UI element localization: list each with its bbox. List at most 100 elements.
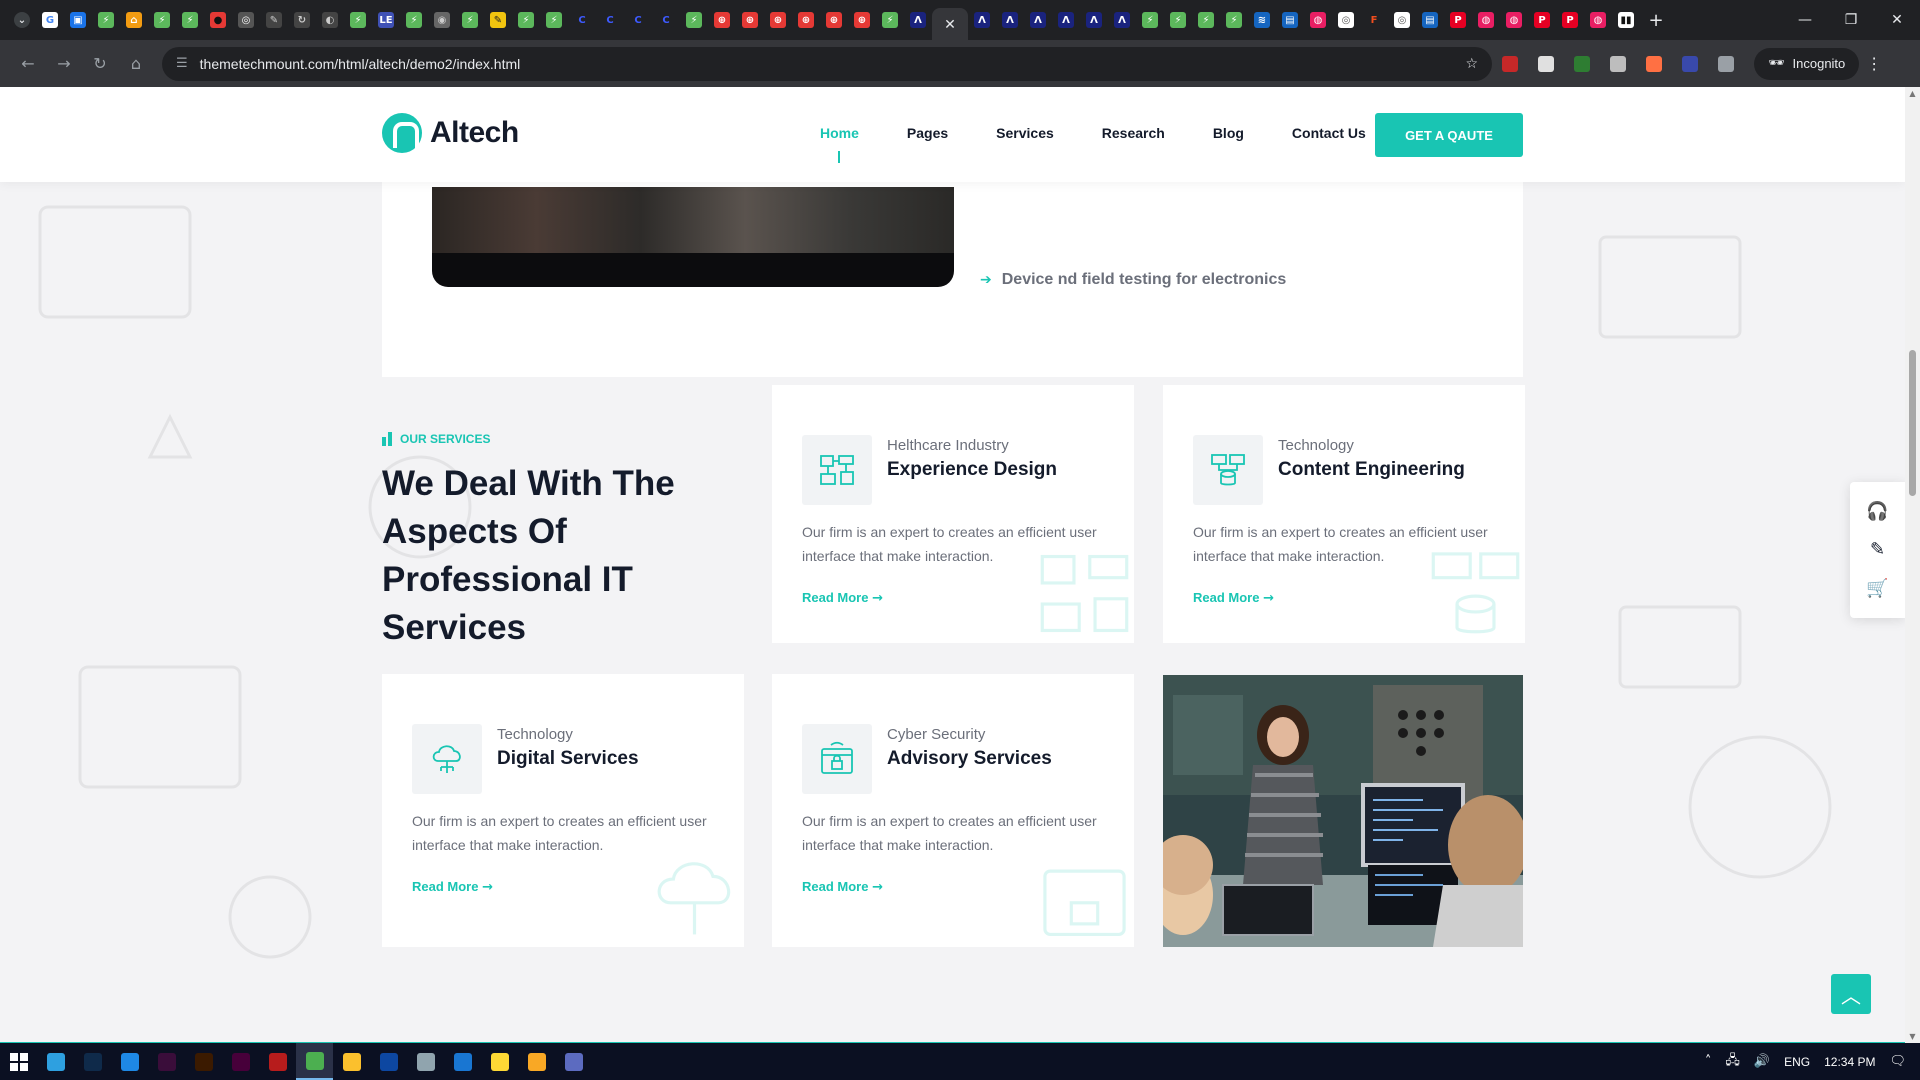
service-card[interactable]: Technology Content Engineering Our firm … bbox=[1163, 385, 1525, 643]
nav-research[interactable]: Research bbox=[1102, 125, 1165, 141]
read-more-link[interactable]: Read More → bbox=[802, 879, 883, 895]
browser-tab[interactable]: C bbox=[568, 6, 596, 34]
browser-tab[interactable]: ◎ bbox=[1332, 6, 1360, 34]
nav-home[interactable]: Home bbox=[820, 125, 859, 163]
browser-tab[interactable]: Λ bbox=[1080, 6, 1108, 34]
language-indicator[interactable]: ENG bbox=[1784, 1055, 1810, 1069]
taskbar-xd-icon[interactable] bbox=[222, 1043, 259, 1080]
browser-tab[interactable]: ⚡ bbox=[512, 6, 540, 34]
page-scrollbar[interactable]: ▲ ▼ bbox=[1905, 87, 1920, 1043]
scroll-to-top-button[interactable]: ︿ bbox=[1831, 974, 1871, 1014]
browser-tab[interactable]: Λ bbox=[968, 6, 996, 34]
service-title[interactable]: Experience Design bbox=[887, 459, 1057, 481]
extension-icon[interactable] bbox=[1492, 46, 1528, 82]
service-card[interactable]: Cyber Security Advisory Services Our fir… bbox=[772, 674, 1134, 947]
incognito-indicator[interactable]: 🕶 Incognito bbox=[1754, 47, 1860, 80]
browser-tab[interactable]: ◍ bbox=[1472, 6, 1500, 34]
scrollbar-thumb[interactable] bbox=[1909, 350, 1916, 496]
browser-menu-icon[interactable]: ⋮ bbox=[1859, 54, 1889, 73]
browser-tab[interactable]: ▣ bbox=[64, 6, 92, 34]
taskbar-chrome-icon[interactable] bbox=[296, 1043, 333, 1080]
browser-tab[interactable]: ⊕ bbox=[764, 6, 792, 34]
active-tab[interactable]: ✕ bbox=[932, 8, 968, 40]
browser-tab[interactable]: ✎ bbox=[484, 6, 512, 34]
service-card[interactable]: Technology Digital Services Our firm is … bbox=[382, 674, 744, 947]
browser-tab[interactable]: G bbox=[36, 6, 64, 34]
nav-services[interactable]: Services bbox=[996, 125, 1054, 141]
browser-tab[interactable]: ≋ bbox=[1248, 6, 1276, 34]
browser-tab[interactable]: ⚡ bbox=[876, 6, 904, 34]
browser-tab[interactable]: ◍ bbox=[1304, 6, 1332, 34]
browser-tab[interactable]: ⚡ bbox=[344, 6, 372, 34]
network-icon[interactable]: 🖧 bbox=[1725, 1051, 1740, 1073]
browser-tab[interactable]: P bbox=[1528, 6, 1556, 34]
taskbar-filezilla-icon[interactable] bbox=[259, 1043, 296, 1080]
headset-icon[interactable]: 🎧 bbox=[1866, 501, 1888, 522]
browser-tab[interactable]: Λ bbox=[1052, 6, 1080, 34]
site-logo[interactable]: Altech bbox=[382, 113, 519, 153]
read-more-link[interactable]: Read More → bbox=[1193, 590, 1274, 606]
bookmark-star-icon[interactable]: ☆ bbox=[1465, 56, 1478, 72]
browser-tab[interactable]: ◍ bbox=[1500, 6, 1528, 34]
browser-tab[interactable]: Λ bbox=[1024, 6, 1052, 34]
taskbar-illustrator-icon[interactable] bbox=[185, 1043, 222, 1080]
browser-tab[interactable]: ⊕ bbox=[792, 6, 820, 34]
taskbar-dreamweaver-icon[interactable] bbox=[148, 1043, 185, 1080]
video-thumbnail[interactable] bbox=[432, 187, 954, 287]
browser-tab[interactable]: ◍ bbox=[1584, 6, 1612, 34]
browser-tab[interactable]: ⊕ bbox=[736, 6, 764, 34]
forward-icon[interactable]: → bbox=[46, 46, 82, 82]
read-more-link[interactable]: Read More → bbox=[802, 590, 883, 606]
browser-tab[interactable]: ⚡ bbox=[540, 6, 568, 34]
browser-tab[interactable]: ⊕ bbox=[848, 6, 876, 34]
browser-tab[interactable]: ● bbox=[204, 6, 232, 34]
nav-contact-us[interactable]: Contact Us bbox=[1292, 125, 1366, 141]
browser-tab[interactable]: C bbox=[596, 6, 624, 34]
browser-tab[interactable]: Λ bbox=[1108, 6, 1136, 34]
camera-extension-icon[interactable] bbox=[1600, 46, 1636, 82]
taskbar-teams-icon[interactable] bbox=[555, 1043, 592, 1080]
minimize-icon[interactable]: — bbox=[1782, 0, 1828, 40]
taskbar-photoshop-icon[interactable] bbox=[74, 1043, 111, 1080]
pencil-icon[interactable]: ✎ bbox=[1870, 539, 1885, 560]
browser-tab[interactable]: Λ bbox=[904, 6, 932, 34]
extension-icon[interactable] bbox=[1636, 46, 1672, 82]
browser-tab[interactable]: C bbox=[624, 6, 652, 34]
taskbar-vscode-icon[interactable] bbox=[444, 1043, 481, 1080]
address-bar[interactable]: ☰ themetechmount.com/html/altech/demo2/i… bbox=[162, 46, 1492, 81]
taskbar-sticky-notes-icon[interactable] bbox=[333, 1043, 370, 1080]
taskbar-chrome-2-icon[interactable] bbox=[481, 1043, 518, 1080]
close-tab-icon[interactable]: ✕ bbox=[944, 16, 956, 33]
extension-icon[interactable] bbox=[1672, 46, 1708, 82]
browser-tab[interactable]: ⊕ bbox=[708, 6, 736, 34]
browser-tab[interactable]: Λ bbox=[996, 6, 1024, 34]
browser-tab[interactable]: ⚡ bbox=[148, 6, 176, 34]
browser-tab[interactable]: ⚡ bbox=[1164, 6, 1192, 34]
volume-icon[interactable]: 🔊 bbox=[1754, 1054, 1770, 1069]
extension-icon[interactable] bbox=[1528, 46, 1564, 82]
service-title[interactable]: Digital Services bbox=[497, 748, 639, 770]
browser-tab[interactable]: ⚡ bbox=[680, 6, 708, 34]
browser-tab[interactable]: ⚡ bbox=[1136, 6, 1164, 34]
restore-icon[interactable]: ❐ bbox=[1828, 0, 1874, 40]
browser-tab[interactable]: C bbox=[652, 6, 680, 34]
taskbar-notepad-icon[interactable] bbox=[407, 1043, 444, 1080]
read-more-link[interactable]: Read More → bbox=[412, 879, 493, 895]
browser-tab[interactable]: ⚡ bbox=[456, 6, 484, 34]
browser-tab[interactable]: ✎ bbox=[260, 6, 288, 34]
browser-tab[interactable]: ⚡ bbox=[1192, 6, 1220, 34]
browser-tab[interactable]: ⚡ bbox=[1220, 6, 1248, 34]
get-quote-button[interactable]: GET A QAUTE bbox=[1375, 113, 1523, 157]
service-card[interactable]: Helthcare Industry Experience Design Our… bbox=[772, 385, 1134, 643]
windows-start-icon[interactable] bbox=[0, 1043, 37, 1080]
service-title[interactable]: Content Engineering bbox=[1278, 459, 1465, 481]
browser-tab[interactable]: ⌂ bbox=[120, 6, 148, 34]
browser-tab[interactable]: ▤ bbox=[1416, 6, 1444, 34]
service-title[interactable]: Advisory Services bbox=[887, 748, 1052, 770]
new-tab-button[interactable]: + bbox=[1640, 10, 1672, 31]
nav-blog[interactable]: Blog bbox=[1213, 125, 1244, 141]
tab-search-icon[interactable]: ⌄ bbox=[8, 6, 36, 34]
browser-tab[interactable]: ◉ bbox=[428, 6, 456, 34]
reload-icon[interactable]: ↻ bbox=[82, 46, 118, 82]
scroll-up-icon[interactable]: ▲ bbox=[1908, 89, 1917, 98]
